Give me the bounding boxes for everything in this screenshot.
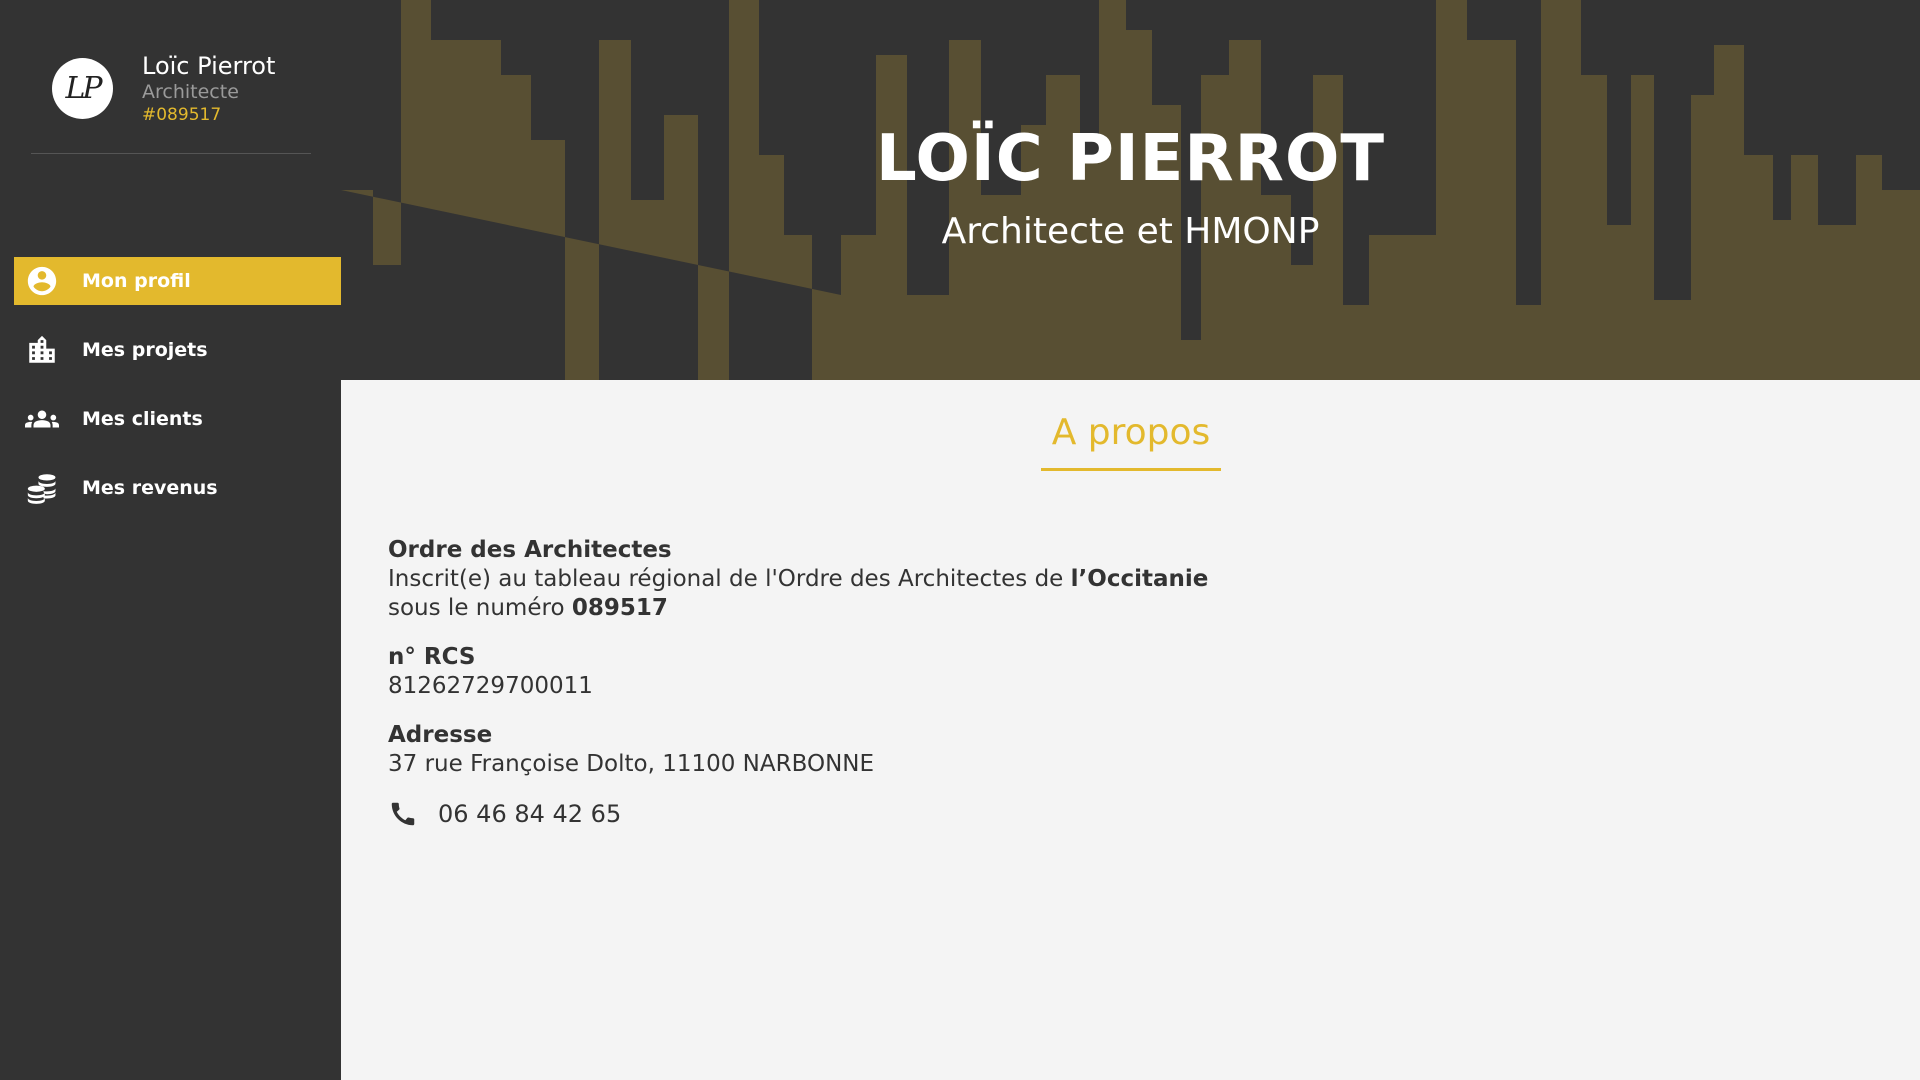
people-icon	[24, 401, 60, 437]
sidebar-item-mes-projets[interactable]: Mes projets	[14, 326, 341, 374]
sidebar: LP Loïc Pierrot Architecte #089517 Mon p…	[0, 0, 341, 1080]
ordre-region: l’Occitanie	[1070, 566, 1209, 592]
profile-banner: LOÏC PIERROT Architecte et HMONP	[341, 0, 1920, 380]
ordre-label: Ordre des Architectes	[388, 537, 672, 563]
phone-number[interactable]: 06 46 84 42 65	[438, 800, 621, 829]
avatar: LP	[52, 58, 113, 119]
sidebar-item-label: Mes revenus	[82, 477, 218, 499]
rcs-block: n° RCS 81262729700011	[388, 643, 1208, 701]
banner-subtitle: Architecte et HMONP	[941, 211, 1320, 252]
phone-icon	[391, 802, 415, 826]
address-value: 37 rue Françoise Dolto, 11100 NARBONNE	[388, 751, 875, 777]
about-section: A propos Ordre des Architectes Inscrit(e…	[341, 380, 1920, 1080]
sidebar-nav: Mon profil Mes projets Mes clients Mes r…	[14, 257, 341, 533]
rcs-value: 81262729700011	[388, 673, 593, 699]
sidebar-item-label: Mon profil	[82, 270, 191, 292]
user-number: #089517	[142, 105, 222, 125]
address-label: Adresse	[388, 722, 493, 748]
sidebar-item-mes-revenus[interactable]: Mes revenus	[14, 464, 341, 512]
ordre-line-1-text: Inscrit(e) au tableau régional de l'Ordr…	[388, 566, 1071, 592]
ordre-block: Ordre des Architectes Inscrit(e) au tabl…	[388, 536, 1208, 623]
coins-icon	[24, 470, 60, 506]
rcs-label: n° RCS	[388, 644, 476, 670]
ordre-line-2-text: sous le numéro	[388, 595, 572, 621]
phone-row[interactable]: 06 46 84 42 65	[388, 799, 1208, 829]
sidebar-item-mes-clients[interactable]: Mes clients	[14, 395, 341, 443]
sidebar-item-mon-profil[interactable]: Mon profil	[14, 257, 341, 305]
sidebar-divider	[31, 153, 311, 154]
user-card: LP Loïc Pierrot Architecte #089517	[52, 52, 275, 126]
ordre-line-1: Inscrit(e) au tableau régional de l'Ordr…	[388, 565, 1208, 594]
building-icon	[24, 332, 60, 368]
address-block: Adresse 37 rue Françoise Dolto, 11100 NA…	[388, 721, 1208, 779]
user-info: Loïc Pierrot Architecte #089517	[142, 52, 275, 126]
tab-a-propos[interactable]: A propos	[1041, 412, 1221, 453]
user-name: Loïc Pierrot	[142, 52, 276, 80]
sidebar-item-label: Mes clients	[82, 408, 203, 430]
banner-title: LOÏC PIERROT	[875, 122, 1386, 196]
ordre-line-2: sous le numéro 089517	[388, 594, 1208, 623]
ordre-number: 089517	[571, 595, 668, 621]
sidebar-item-label: Mes projets	[82, 339, 208, 361]
tab-underline	[1041, 468, 1221, 471]
user-role: Architecte	[142, 81, 239, 103]
account-circle-icon	[24, 263, 60, 299]
avatar-monogram: LP	[65, 71, 102, 106]
about-info: Ordre des Architectes Inscrit(e) au tabl…	[388, 536, 1208, 829]
